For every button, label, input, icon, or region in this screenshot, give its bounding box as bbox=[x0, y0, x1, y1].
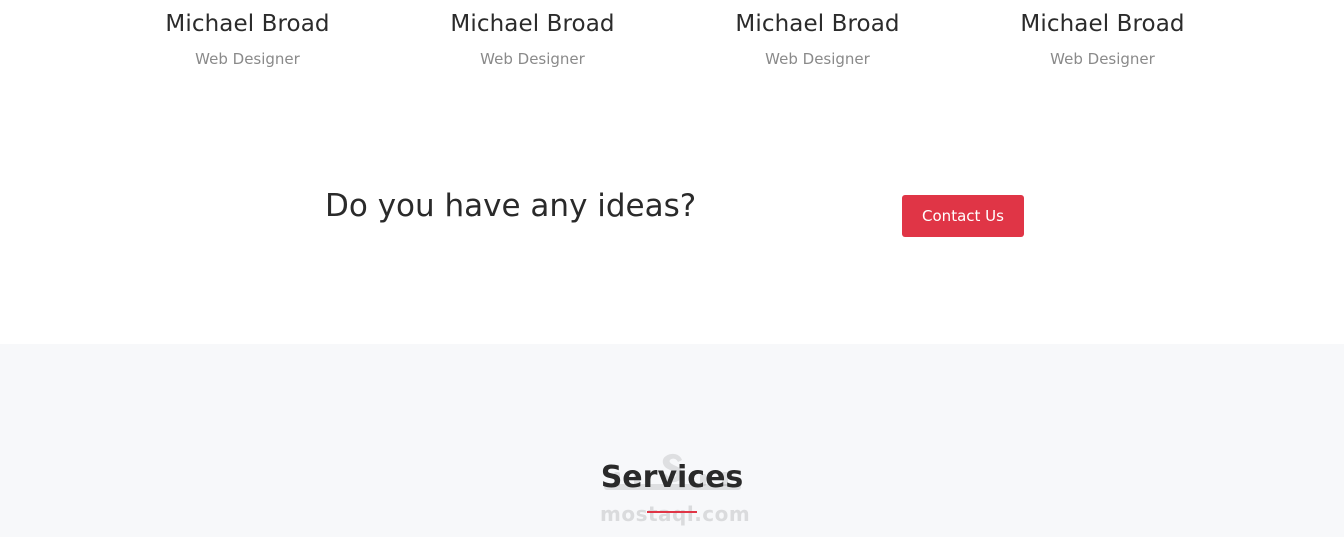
cta-heading: Do you have any ideas? bbox=[325, 188, 697, 224]
team-member-name: Michael Broad bbox=[1020, 11, 1185, 37]
contact-us-button[interactable]: Contact Us bbox=[902, 195, 1024, 237]
services-section: mostaql.com Services bbox=[0, 344, 1344, 537]
team-member-role: Web Designer bbox=[1050, 50, 1155, 68]
team-section: Michael Broad Web Designer Michael Broad… bbox=[0, 0, 1344, 90]
team-member-name: Michael Broad bbox=[165, 11, 330, 37]
services-title-underline bbox=[647, 511, 697, 513]
team-member-name: Michael Broad bbox=[450, 11, 615, 37]
team-member-role: Web Designer bbox=[480, 50, 585, 68]
call-to-action-section: Do you have any ideas? Contact Us bbox=[0, 90, 1344, 344]
team-member-role: Web Designer bbox=[765, 50, 870, 68]
team-member-role: Web Designer bbox=[195, 50, 300, 68]
team-member-name: Michael Broad bbox=[735, 11, 900, 37]
services-title: Services bbox=[600, 460, 744, 495]
watermark-text: mostaql.com bbox=[600, 502, 751, 526]
